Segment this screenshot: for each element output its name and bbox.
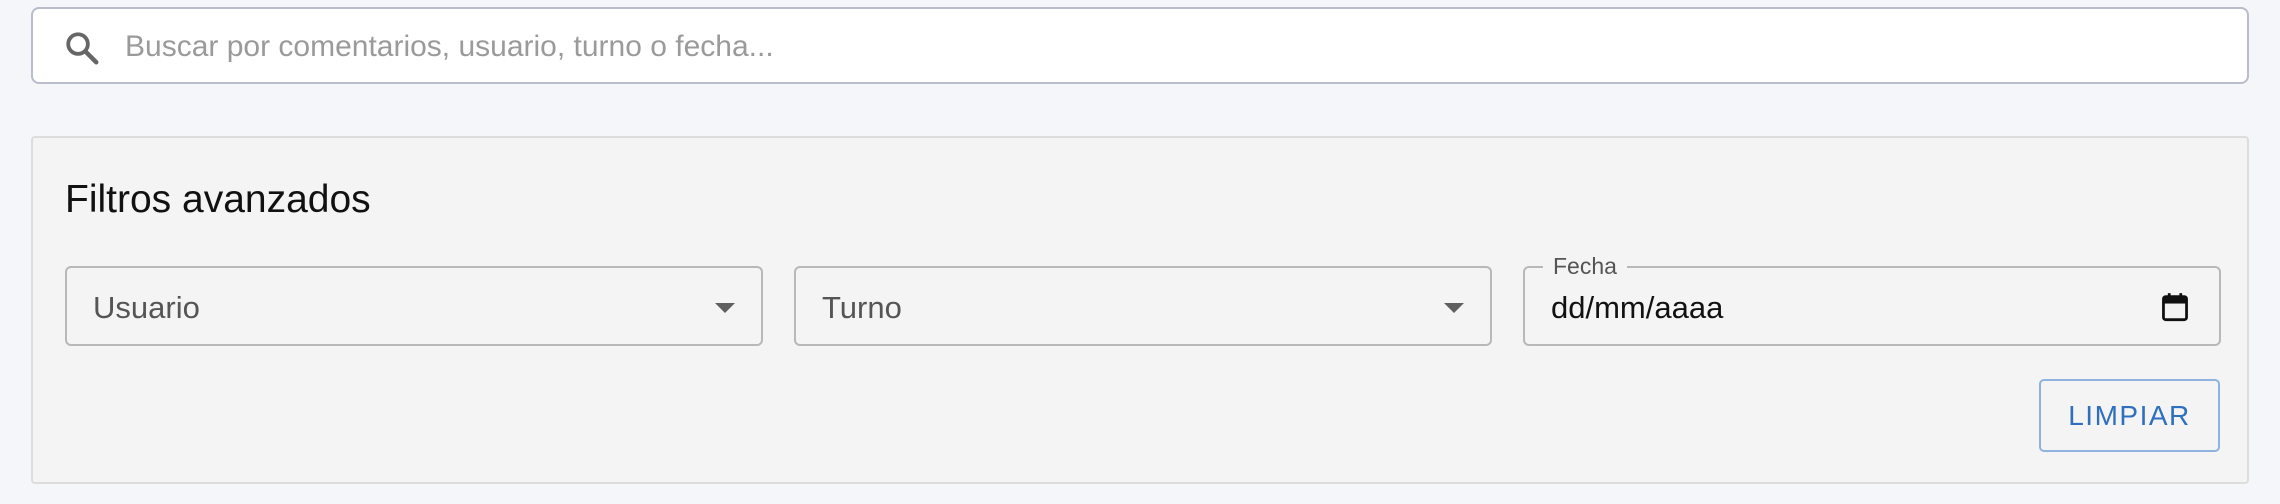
- fecha-date-input[interactable]: Fecha dd/mm/aaaa: [1523, 253, 2221, 346]
- search-input[interactable]: [123, 19, 2207, 75]
- advanced-filters-panel: Filtros avanzados Usuario Turno Fecha dd…: [31, 136, 2249, 484]
- search-bar[interactable]: [31, 7, 2249, 84]
- usuario-select-label: Usuario: [93, 290, 200, 325]
- calendar-icon[interactable]: [2161, 292, 2189, 322]
- fecha-label: Fecha: [1543, 253, 1627, 280]
- fecha-value: dd/mm/aaaa: [1551, 290, 1724, 325]
- chevron-down-icon: [1444, 303, 1464, 313]
- chevron-down-icon: [715, 303, 735, 313]
- turno-select-label: Turno: [822, 290, 902, 325]
- clear-filters-button[interactable]: LIMPIAR: [2039, 379, 2220, 452]
- filters-title: Filtros avanzados: [65, 178, 371, 221]
- turno-select[interactable]: Turno: [794, 266, 1492, 346]
- search-icon: [66, 32, 99, 65]
- usuario-select[interactable]: Usuario: [65, 266, 763, 346]
